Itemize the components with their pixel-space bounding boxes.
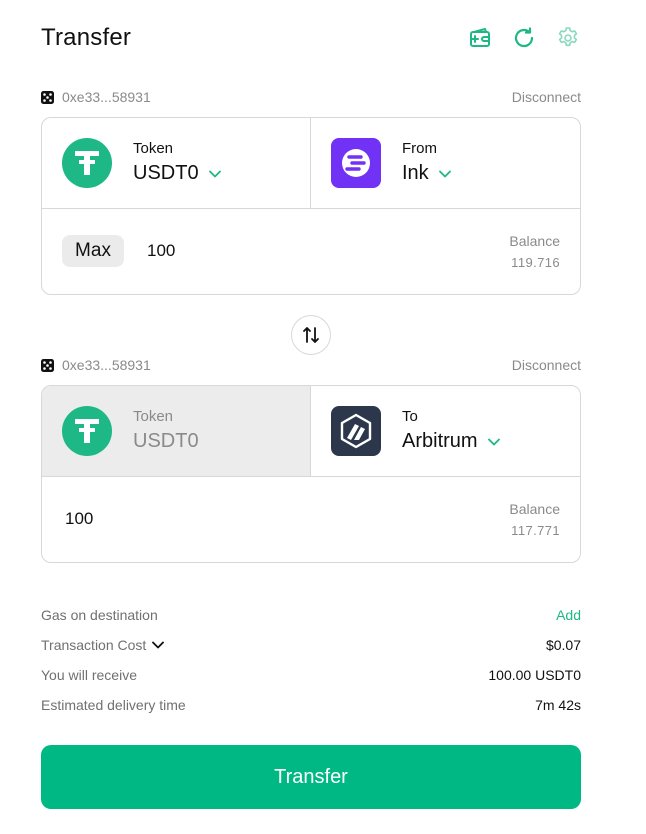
max-button[interactable]: Max [62,235,124,267]
chevron-down-icon [438,170,451,177]
ink-chain-icon [331,138,381,188]
usdt0-token-icon [62,406,112,456]
destination-chain-selector[interactable]: To Arbitrum [311,386,580,476]
usdt0-token-icon [62,138,112,188]
refresh-icon[interactable] [511,25,537,51]
source-token-value: USDT0 [133,162,199,184]
destination-wallet-address: 0xe33...58931 [62,357,151,373]
transaction-cost-value: $0.07 [545,637,581,653]
transaction-cost-toggle[interactable]: Transaction Cost [41,637,165,653]
arbitrum-chain-icon [331,406,381,456]
gas-on-destination-row: Gas on destination Add [41,604,581,626]
source-token-selector[interactable]: Token USDT0 [42,118,311,208]
source-balance-value: 119.716 [511,255,560,270]
source-disconnect-link[interactable]: Disconnect [512,89,581,105]
destination-amount-value: 100 [65,509,94,528]
swap-arrows-icon [303,327,319,343]
source-wallet-address: 0xe33...58931 [62,89,151,105]
add-gas-link[interactable]: Add [556,607,581,623]
delivery-time-row: Estimated delivery time 7m 42s [41,694,581,716]
chevron-down-icon [152,641,165,649]
wallet-dice-icon [41,90,54,104]
destination-chain-label: To [402,408,418,425]
destination-token-display: Token USDT0 [42,386,311,476]
transfer-button[interactable]: Transfer [41,745,581,809]
receive-value: 100.00 USDT0 [488,667,581,683]
source-token-label: Token [133,140,174,157]
destination-token-value: USDT0 [133,430,199,452]
swap-direction-button[interactable] [291,315,331,355]
destination-address-row: 0xe33...58931 Disconnect [41,355,581,375]
receive-row: You will receive 100.00 USDT0 [41,664,581,686]
page-title: Transfer [41,24,132,51]
chevron-down-icon [208,170,221,177]
source-amount-input[interactable]: 100 [147,241,175,261]
delivery-time-label: Estimated delivery time [41,697,186,713]
transaction-cost-label: Transaction Cost [41,637,147,653]
source-chain-label: From [402,140,437,157]
header-actions [467,25,581,51]
destination-balance-label: Balance [509,501,560,517]
add-wallet-icon[interactable] [467,25,493,51]
destination-card: Token USDT0 To Arbitrum 100 Balance 117.… [41,385,581,563]
destination-chain-value: Arbitrum [402,430,478,452]
header: Transfer [41,22,581,56]
source-amount-area: Max 100 Balance 119.716 [42,209,580,294]
destination-disconnect-link[interactable]: Disconnect [512,357,581,373]
settings-icon[interactable] [555,25,581,51]
chevron-down-icon [487,438,500,445]
wallet-dice-icon [41,358,54,372]
destination-balance-value: 117.771 [511,523,560,538]
gas-label: Gas on destination [41,607,158,623]
delivery-time-value: 7m 42s [535,697,581,713]
source-balance-label: Balance [509,233,560,249]
transaction-cost-row: Transaction Cost $0.07 [41,634,581,656]
receive-label: You will receive [41,667,137,683]
source-address-row: 0xe33...58931 Disconnect [41,87,581,107]
destination-amount-area: 100 Balance 117.771 [42,477,580,562]
destination-token-label: Token [133,408,174,425]
source-card: Token USDT0 From Ink Max 100 Balance 119… [41,117,581,295]
source-chain-selector[interactable]: From Ink [311,118,580,208]
source-chain-value: Ink [402,162,429,184]
